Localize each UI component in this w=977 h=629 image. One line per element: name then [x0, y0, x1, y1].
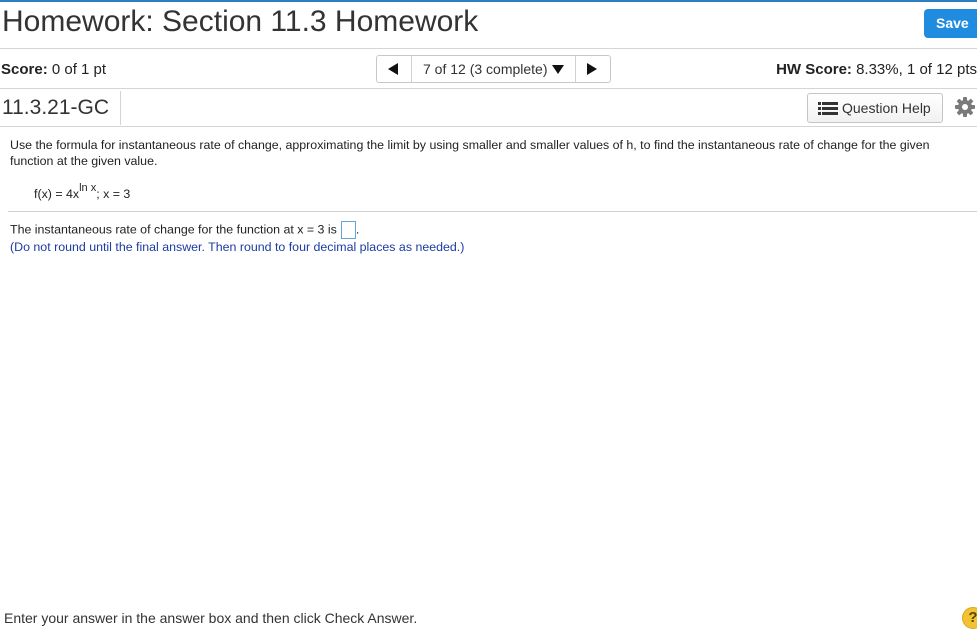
previous-arrow-icon — [388, 63, 398, 75]
next-question-button[interactable] — [575, 56, 610, 82]
answer-prompt: The instantaneous rate of change for the… — [10, 222, 337, 237]
answer-input[interactable] — [340, 221, 356, 239]
score-value: 0 of 1 pt — [51, 61, 107, 78]
score-display: Score: 0 of 1 pt — [1, 61, 106, 78]
hw-score-label: HW Score: — [776, 61, 852, 78]
question-instructions: Use the formula for instantaneous rate o… — [10, 138, 930, 168]
function-formula: f(x) = 4xln x; x = 3 — [34, 182, 131, 202]
question-select-dropdown[interactable]: 7 of 12 (3 complete) — [412, 56, 576, 82]
question-bar-divider — [0, 126, 977, 127]
footer-instruction: Enter your answer in the answer box and … — [4, 610, 418, 626]
page-title: Homework: Section 11.3 Homework — [2, 5, 479, 38]
formula-base: f(x) = 4x — [34, 187, 80, 202]
header-divider — [0, 48, 977, 49]
hw-score-value: 8.33%, 1 of 12 pts — [856, 61, 977, 78]
answer-line: The instantaneous rate of change for the… — [10, 221, 359, 239]
score-divider — [0, 88, 977, 89]
top-accent-line — [0, 0, 977, 2]
previous-question-button[interactable] — [377, 56, 412, 82]
list-icon — [818, 102, 838, 115]
save-button[interactable]: Save — [924, 9, 977, 38]
next-arrow-icon — [587, 63, 597, 75]
question-help-label: Question Help — [842, 100, 931, 116]
score-label: Score: — [1, 61, 48, 78]
formula-tail: ; x = 3 — [96, 187, 131, 202]
hw-score-display: HW Score: 8.33%, 1 of 12 pts — [776, 61, 977, 78]
question-id-box: 11.3.21-GC — [0, 91, 121, 125]
help-circle-icon[interactable]: ? — [962, 607, 977, 629]
answer-suffix: . — [355, 222, 360, 237]
question-navigator: 7 of 12 (3 complete) — [376, 55, 611, 83]
rounding-note: (Do not round until the final answer. Th… — [10, 240, 465, 254]
question-help-button[interactable]: Question Help — [807, 93, 943, 123]
question-progress-text: 7 of 12 (3 complete) — [423, 61, 548, 77]
gear-icon[interactable] — [955, 97, 975, 117]
formula-exponent: ln x — [79, 182, 97, 194]
dropdown-caret-icon — [552, 65, 564, 74]
question-id: 11.3.21-GC — [2, 96, 109, 119]
question-divider — [8, 211, 977, 212]
